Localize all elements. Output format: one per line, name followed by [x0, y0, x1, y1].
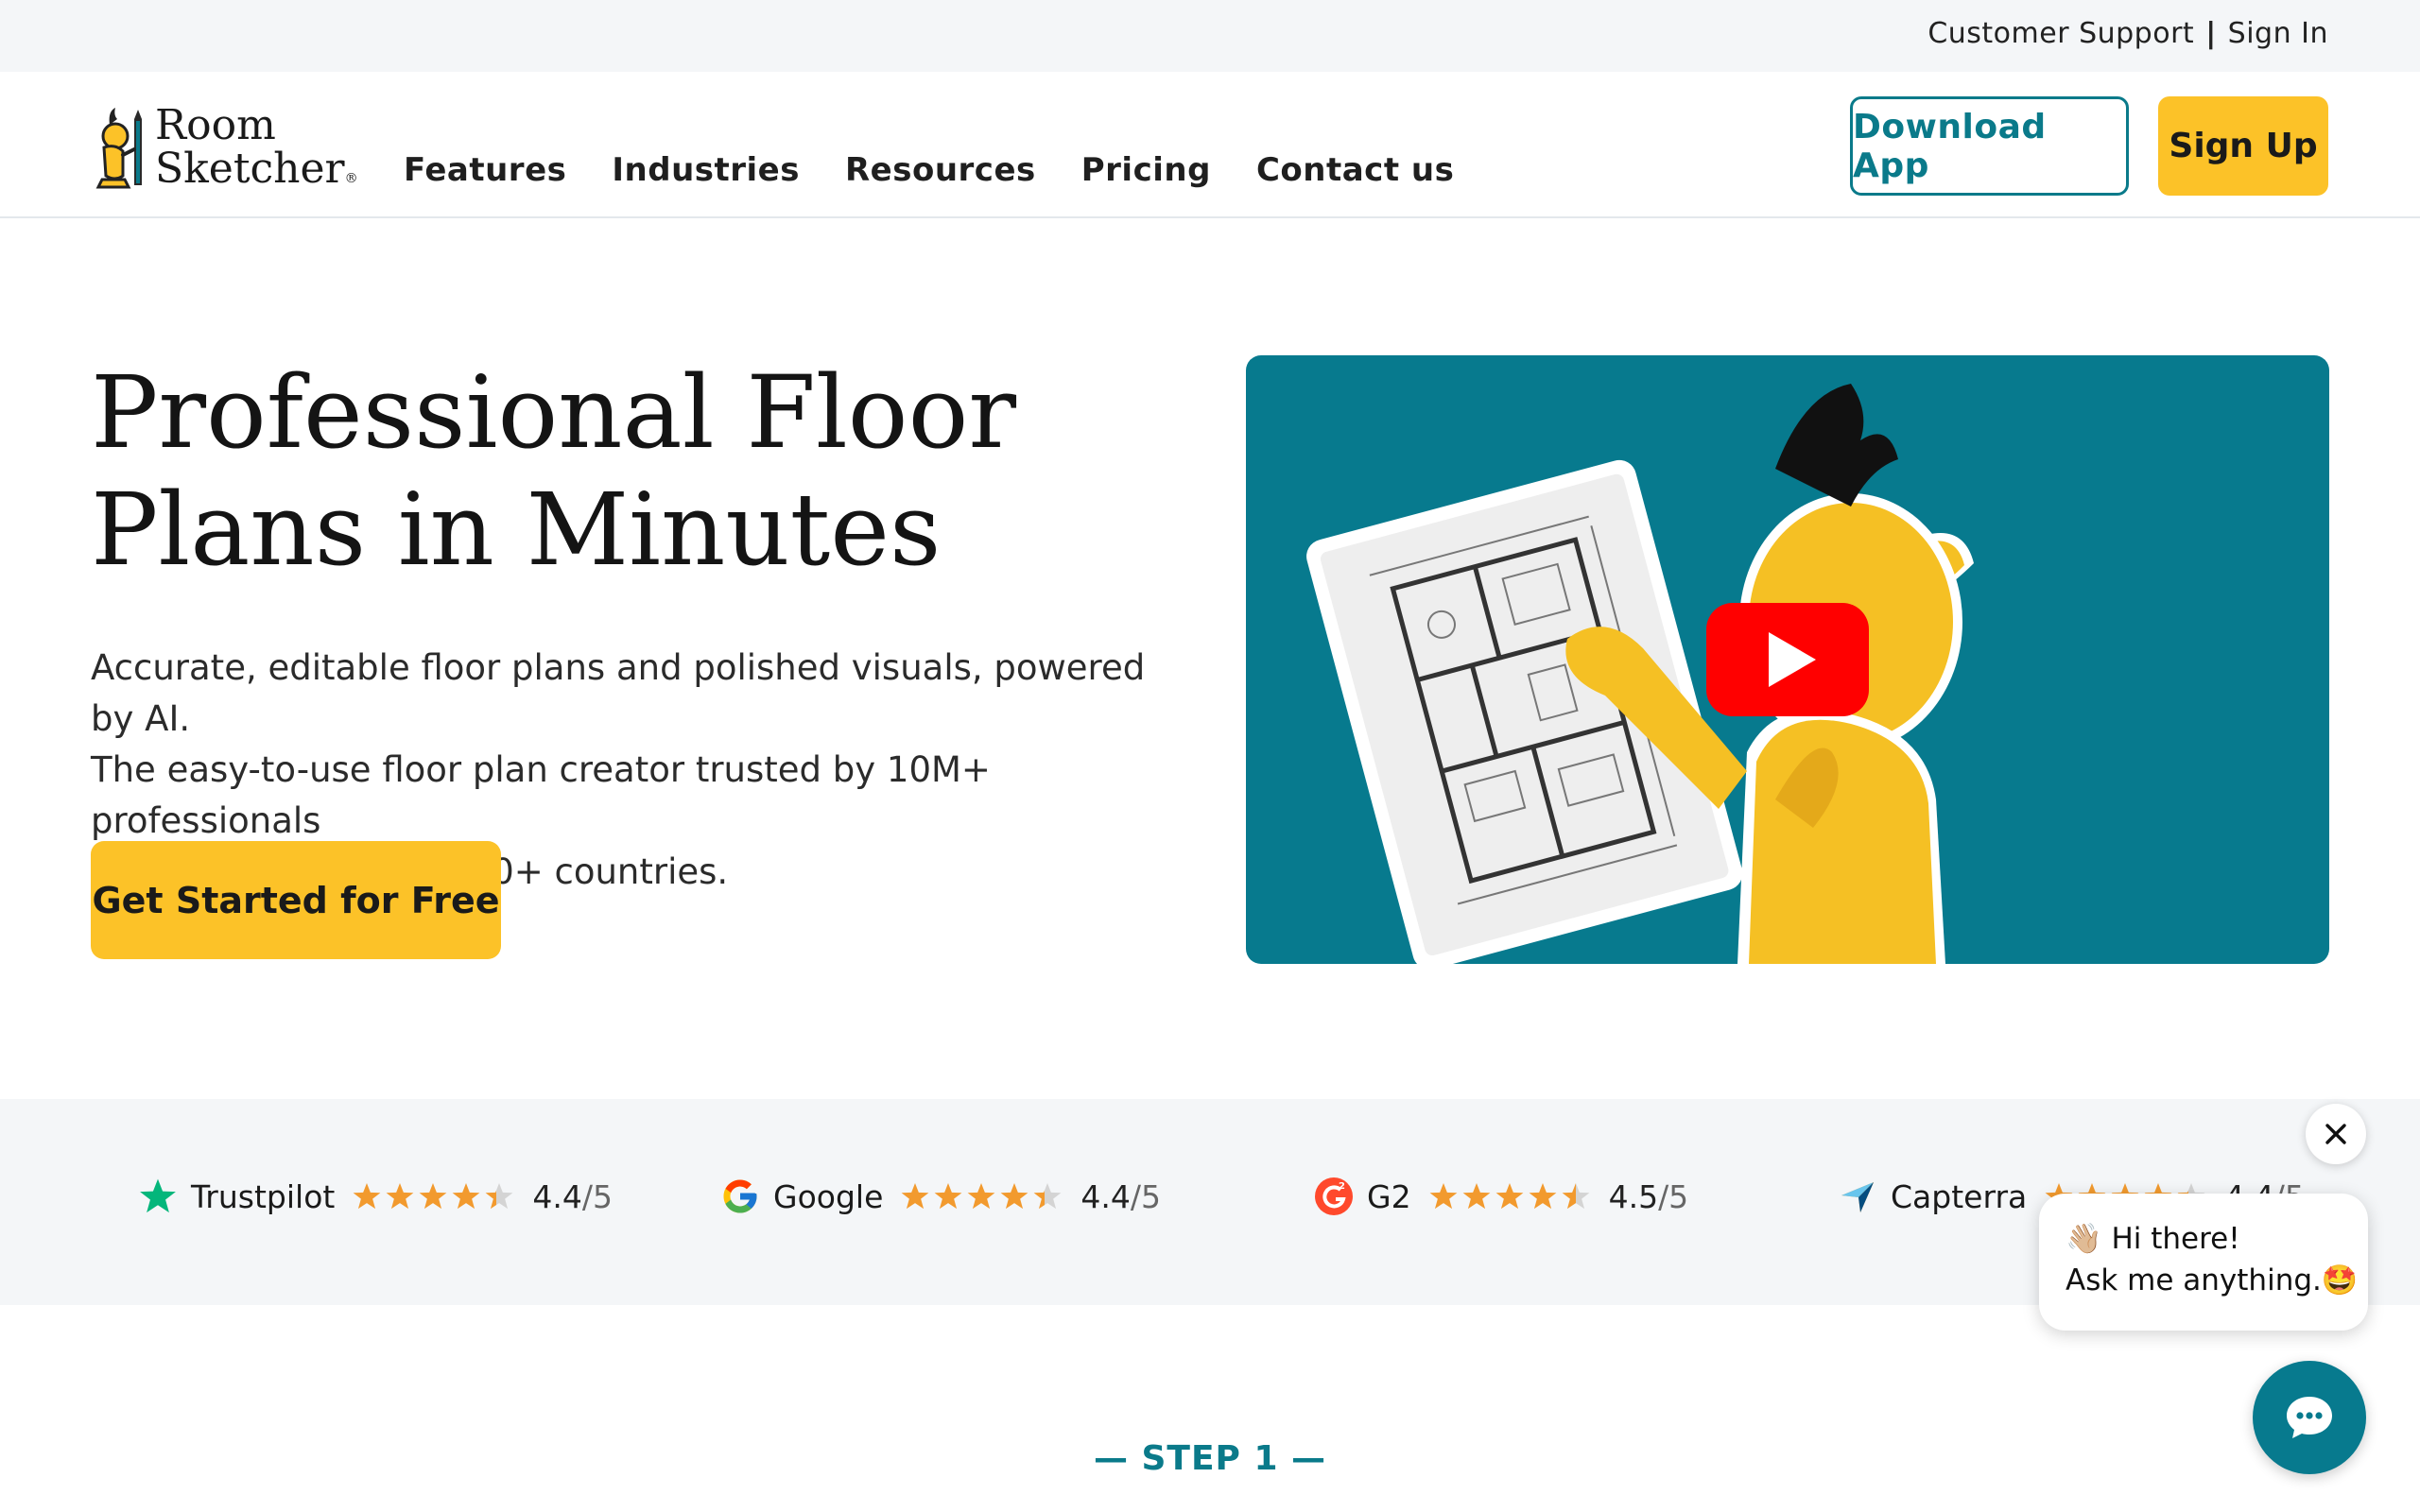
utility-links: Customer Support | Sign In	[1927, 17, 2328, 50]
nav-industries[interactable]: Industries	[612, 151, 800, 189]
chat-greeting-bubble[interactable]: 👋🏼 Hi there! Ask me anything.🤩	[2039, 1194, 2368, 1331]
close-icon	[2325, 1124, 2346, 1144]
star-icon	[485, 1183, 513, 1210]
rating-out-of: /5	[1658, 1177, 1689, 1215]
star-icon	[1529, 1183, 1556, 1210]
brand-wordmark: Room Sketcher®	[155, 104, 358, 191]
rating-out-of: /5	[1130, 1177, 1161, 1215]
mascot-logo-icon	[95, 108, 142, 189]
roomsketcher-logo[interactable]: Room Sketcher®	[91, 100, 358, 195]
sign-up-button[interactable]: Sign Up	[2158, 96, 2328, 196]
g2-logo-icon: 2	[1315, 1177, 1353, 1215]
brand-line-2-text: Sketcher	[155, 145, 345, 193]
chat-close-button[interactable]	[2306, 1104, 2366, 1164]
step-label: — STEP 1 —	[1093, 1439, 1327, 1478]
youtube-play-icon[interactable]	[1706, 603, 1869, 716]
rating-name: G2	[1367, 1177, 1411, 1215]
primary-nav: Features Industries Resources Pricing Co…	[404, 151, 1499, 189]
star-icon	[901, 1183, 929, 1210]
hero-title-line-2: Plans in Minutes	[91, 472, 942, 588]
star-icon	[934, 1183, 962, 1210]
google-g-icon	[723, 1179, 757, 1213]
rating-name: Capterra	[1891, 1177, 2028, 1215]
star-icon	[386, 1183, 414, 1210]
star-rating	[352, 1181, 517, 1211]
get-started-button[interactable]: Get Started for Free	[91, 841, 501, 959]
nav-features[interactable]: Features	[404, 151, 566, 189]
star-icon	[452, 1183, 480, 1210]
nav-contact-us[interactable]: Contact us	[1256, 151, 1454, 189]
rating-name: Trustpilot	[191, 1177, 336, 1215]
hero-subtitle-line-1: Accurate, editable floor plans and polis…	[91, 647, 1146, 739]
trustpilot-star-icon	[140, 1178, 176, 1213]
svg-text:2: 2	[1339, 1181, 1345, 1192]
hero-subtitle-line-2: The easy-to-use floor plan creator trust…	[91, 749, 991, 841]
star-icon	[1033, 1183, 1062, 1210]
star-icon	[967, 1183, 995, 1210]
customer-support-link[interactable]: Customer Support	[1927, 17, 2194, 50]
brand-line-2: Sketcher®	[155, 147, 358, 191]
utility-separator: |	[2205, 17, 2217, 50]
rating-g2[interactable]: 2 G2 4.5/5	[1314, 1177, 1688, 1216]
registered-mark: ®	[344, 171, 358, 186]
nav-pricing[interactable]: Pricing	[1081, 151, 1211, 189]
star-rating	[900, 1181, 1065, 1211]
rating-score: 4.4	[532, 1177, 582, 1215]
hero-title-line-1: Professional Floor	[91, 354, 1017, 471]
star-rating	[1428, 1181, 1594, 1211]
download-app-button[interactable]: Download App	[1850, 96, 2129, 196]
capterra-arrow-icon	[1841, 1182, 1874, 1212]
star-icon	[1429, 1183, 1457, 1210]
nav-resources[interactable]: Resources	[845, 151, 1036, 189]
star-icon	[353, 1183, 381, 1210]
star-icon	[1562, 1183, 1589, 1210]
chat-bubble-icon	[2287, 1397, 2332, 1438]
star-icon	[419, 1183, 447, 1210]
chat-greeting: 👋🏼 Hi there!	[2066, 1222, 2240, 1256]
chat-prompt: Ask me anything.🤩	[2066, 1263, 2359, 1297]
rating-score: 4.4	[1080, 1177, 1131, 1215]
rating-trustpilot[interactable]: Trustpilot 4.4/5	[138, 1177, 613, 1216]
sign-in-link[interactable]: Sign In	[2228, 17, 2328, 50]
rating-name: Google	[773, 1177, 884, 1215]
hero-title: Professional Floor Plans in Minutes	[91, 354, 1131, 589]
brand-line-1: Room	[155, 101, 276, 149]
star-icon	[1000, 1183, 1028, 1210]
rating-out-of: /5	[581, 1177, 613, 1215]
star-icon	[1495, 1183, 1523, 1210]
star-icon	[1462, 1183, 1490, 1210]
utility-bar: Customer Support | Sign In	[0, 0, 2420, 72]
hero-video[interactable]	[1246, 355, 2329, 964]
main-header: Room Sketcher® Features Industries Resou…	[0, 72, 2420, 218]
rating-google[interactable]: Google 4.4/5	[720, 1177, 1161, 1216]
rating-score: 4.5	[1608, 1177, 1659, 1215]
video-thumbnail	[1306, 384, 1974, 964]
